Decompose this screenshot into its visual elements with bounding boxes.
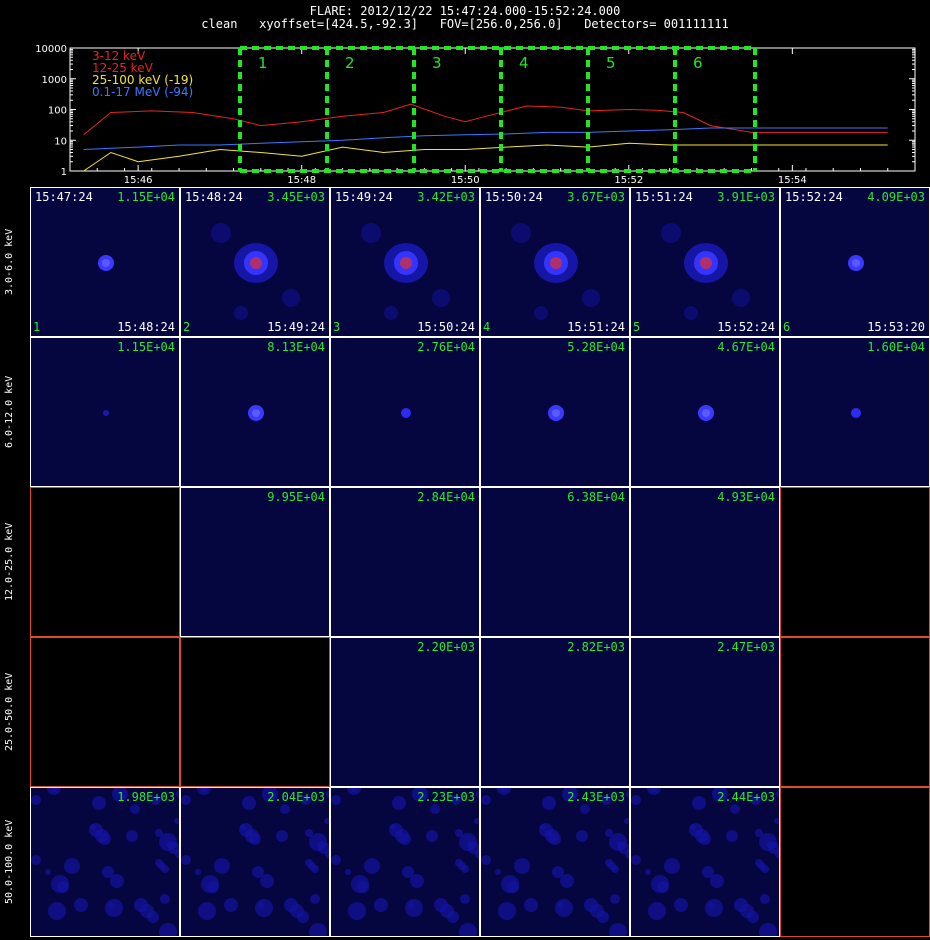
panel-max-value: 4.93E+04: [717, 490, 775, 504]
panel-start-time: 15:50:24: [485, 190, 543, 204]
panel-start-time: 15:47:24: [35, 190, 93, 204]
interval-label: 2: [345, 54, 355, 72]
image-panel: 3.91E+03 15:51:24 15:52:24 5: [630, 187, 780, 337]
row-label: 12.0-25.0 keV: [4, 522, 15, 602]
empty-panel: [780, 637, 930, 787]
panel-max-value: 2.82E+03: [567, 640, 625, 654]
panel-index: 4: [483, 320, 491, 334]
panel-max-value: 9.95E+04: [267, 490, 325, 504]
panel-max-value: 4.67E+04: [717, 340, 775, 354]
panel-max-value: 3.45E+03: [267, 190, 325, 204]
panel-max-value: 1.15E+04: [117, 190, 175, 204]
image-panel: 2.84E+04: [330, 487, 480, 637]
panel-end-time: 15:49:24: [267, 320, 325, 334]
interval-label: 5: [606, 54, 616, 72]
interval-label: 1: [258, 54, 268, 72]
panel-end-time: 15:48:24: [117, 320, 175, 334]
panel-max-value: 2.23E+03: [417, 790, 475, 804]
panel-end-time: 15:53:20: [867, 320, 925, 334]
panel-index: 2: [183, 320, 191, 334]
panel-index: 3: [333, 320, 341, 334]
x-tick-label: 15:54: [778, 175, 807, 186]
image-panel: 2.23E+03: [330, 787, 480, 937]
row-label: 6.0-12.0 keV: [4, 375, 15, 449]
panel-max-value: 4.09E+03: [867, 190, 925, 204]
panel-max-value: 3.91E+03: [717, 190, 775, 204]
plot-frame: [69, 47, 916, 172]
series-line-4: [83, 127, 888, 150]
y-tick-label: 10000: [35, 44, 67, 55]
image-panel: 4.93E+04: [630, 487, 780, 637]
interval-label: 6: [693, 54, 703, 72]
row-label: 25.0-50.0 keV: [4, 672, 15, 752]
y-tick-label: 1: [61, 167, 67, 178]
legend-entry: 0.1-17 MeV (-94): [92, 85, 193, 99]
row-label: 3.0-6.0 keV: [4, 228, 15, 296]
x-tick-label: 15:52: [614, 175, 643, 186]
empty-panel: [780, 787, 930, 937]
panel-max-value: 1.60E+04: [867, 340, 925, 354]
panel-max-value: 2.84E+04: [417, 490, 475, 504]
panel-max-value: 2.43E+03: [567, 790, 625, 804]
image-panel: 2.20E+03: [330, 637, 480, 787]
panel-start-time: 15:49:24: [335, 190, 393, 204]
interval-label: 4: [519, 54, 529, 72]
panel-max-value: 5.28E+04: [567, 340, 625, 354]
panel-index: 5: [633, 320, 641, 334]
empty-panel: [780, 487, 930, 637]
panel-max-value: 6.38E+04: [567, 490, 625, 504]
empty-panel: [180, 637, 330, 787]
empty-panel: [30, 637, 180, 787]
image-panel: 3.42E+03 15:49:24 15:50:24 3: [330, 187, 480, 337]
x-tick-label: 15:46: [124, 175, 153, 186]
image-panel: 2.82E+03: [480, 637, 630, 787]
panel-index: 6: [783, 320, 791, 334]
panel-index: 1: [33, 320, 41, 334]
y-tick-label: 1000: [42, 75, 67, 86]
panel-max-value: 1.98E+03: [117, 790, 175, 804]
panel-max-value: 2.47E+03: [717, 640, 775, 654]
panel-max-value: 2.04E+03: [267, 790, 325, 804]
image-panel: 6.38E+04: [480, 487, 630, 637]
image-panel: 3.67E+03 15:50:24 15:51:24 4: [480, 187, 630, 337]
image-panel: 1.15E+04 15:47:24 15:48:24 1: [30, 187, 180, 337]
series-line-3: [83, 142, 888, 172]
panel-end-time: 15:52:24: [717, 320, 775, 334]
lightcurve-plot: 10000 1000 100 10 1 15:46 15:48 15:50 15:52 15:54…: [35, 44, 916, 186]
image-panel: 4.09E+03 15:52:24 15:53:20 6: [780, 187, 930, 337]
image-panel: 2.47E+03: [630, 637, 780, 787]
panel-max-value: 2.76E+04: [417, 340, 475, 354]
panel-start-time: 15:48:24: [185, 190, 243, 204]
y-tick-label: 100: [48, 106, 67, 117]
image-panel: 2.76E+04: [330, 337, 480, 487]
panel-max-value: 3.42E+03: [417, 190, 475, 204]
interval-label: 3: [432, 54, 442, 72]
image-panel: 3.45E+03 15:48:24 15:49:24 2: [180, 187, 330, 337]
panel-max-value: 2.44E+03: [717, 790, 775, 804]
empty-panel: [30, 487, 180, 637]
panel-start-time: 15:52:24: [785, 190, 843, 204]
image-panel: 8.13E+04: [180, 337, 330, 487]
image-panel: 2.44E+03: [630, 787, 780, 937]
image-panel: 2.43E+03: [480, 787, 630, 937]
row-label: 50.0-100.0 keV: [4, 819, 15, 905]
image-panel: 2.04E+03: [180, 787, 330, 937]
image-panel: 1.60E+04: [780, 337, 930, 487]
panel-max-value: 3.67E+03: [567, 190, 625, 204]
image-panel: 1.98E+03: [30, 787, 180, 937]
panel-end-time: 15:50:24: [417, 320, 475, 334]
panel-max-value: 2.20E+03: [417, 640, 475, 654]
panel-end-time: 15:51:24: [567, 320, 625, 334]
panel-max-value: 1.15E+04: [117, 340, 175, 354]
image-panel: 1.15E+04: [30, 337, 180, 487]
panel-max-value: 8.13E+04: [267, 340, 325, 354]
panel-start-time: 15:51:24: [635, 190, 693, 204]
y-tick-label: 10: [54, 136, 67, 147]
image-panel: 5.28E+04: [480, 337, 630, 487]
x-tick-label: 15:48: [287, 175, 316, 186]
x-tick-label: 15:50: [451, 175, 480, 186]
image-panel: 9.95E+04: [180, 487, 330, 637]
image-panel: 4.67E+04: [630, 337, 780, 487]
series-line-1: [83, 103, 888, 136]
